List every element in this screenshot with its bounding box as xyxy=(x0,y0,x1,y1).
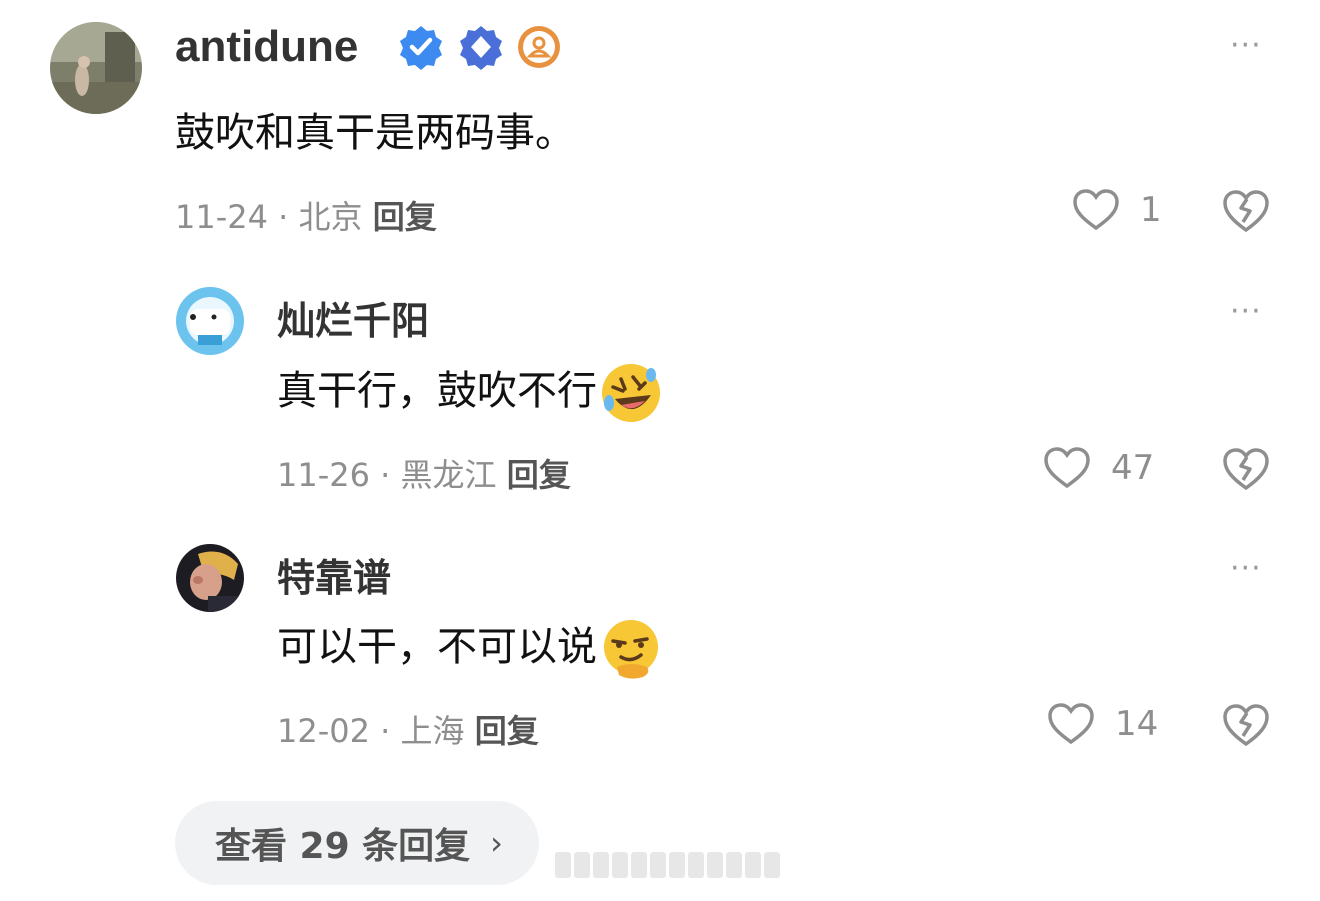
like-count: 47 xyxy=(1111,448,1155,488)
separator: · xyxy=(278,198,289,236)
broken-heart-icon[interactable] xyxy=(1222,702,1270,748)
comment-date: 12-02 xyxy=(277,712,370,750)
view-replies-button[interactable]: 查看 29 条回复 › xyxy=(175,801,539,885)
diamond-badge-icon xyxy=(460,26,502,70)
heart-icon xyxy=(1048,703,1094,745)
avatar-antidune[interactable] xyxy=(50,22,142,114)
comment-meta: 12-02 · 上海 回复 xyxy=(277,706,539,752)
comment-meta: 11-26 · 黑龙江 回复 xyxy=(277,450,571,496)
broken-heart-icon[interactable] xyxy=(1222,446,1270,492)
comment-text-body: 真干行，鼓吹不行 xyxy=(277,368,597,414)
comment-text-body: 可以干，不可以说 xyxy=(277,624,597,670)
like-button[interactable]: 1 xyxy=(1072,188,1162,232)
chevron-right-icon: › xyxy=(490,824,503,862)
avatar-tekaopu[interactable] xyxy=(176,544,244,612)
comment-date: 11-24 xyxy=(175,198,268,236)
comment-date: 11-26 xyxy=(277,456,370,494)
comment-location: 上海 xyxy=(400,712,465,750)
like-button[interactable]: 14 xyxy=(1047,702,1158,746)
watermark xyxy=(555,852,780,878)
view-replies-label: 查看 29 条回复 xyxy=(215,826,471,867)
avatar-canlanqianyang[interactable] xyxy=(176,287,244,355)
comment-text: 鼓吹和真干是两码事。 xyxy=(175,110,575,156)
comment-text: 真干行，鼓吹不行 xyxy=(277,358,663,425)
reply-button[interactable]: 回复 xyxy=(507,456,571,494)
verified-icon xyxy=(400,26,442,70)
like-button[interactable]: 47 xyxy=(1043,446,1154,490)
heart-icon xyxy=(1073,189,1119,231)
more-options-button[interactable]: ··· xyxy=(1230,294,1262,329)
separator: · xyxy=(380,712,391,750)
commenter-name[interactable]: antidune xyxy=(175,22,358,72)
smirk-emoji-icon xyxy=(604,620,658,679)
commenter-name[interactable]: 灿烂千阳 xyxy=(277,290,429,345)
rofl-emoji-icon xyxy=(602,364,660,422)
comment-meta: 11-24 · 北京 回复 xyxy=(175,192,437,238)
separator: · xyxy=(380,456,391,494)
like-count: 1 xyxy=(1140,190,1162,230)
commenter-name[interactable]: 特靠谱 xyxy=(277,547,391,602)
broken-heart-icon[interactable] xyxy=(1222,188,1270,234)
person-badge-icon xyxy=(518,26,560,68)
like-count: 14 xyxy=(1115,704,1159,744)
comment-location: 北京 xyxy=(298,198,363,236)
comment-location: 黑龙江 xyxy=(400,456,497,494)
heart-icon xyxy=(1044,447,1090,489)
reply-button[interactable]: 回复 xyxy=(373,198,437,236)
more-options-button[interactable]: ··· xyxy=(1230,28,1262,63)
comment-text: 可以干，不可以说 xyxy=(277,614,663,681)
reply-button[interactable]: 回复 xyxy=(475,712,539,750)
more-options-button[interactable]: ··· xyxy=(1230,551,1262,586)
